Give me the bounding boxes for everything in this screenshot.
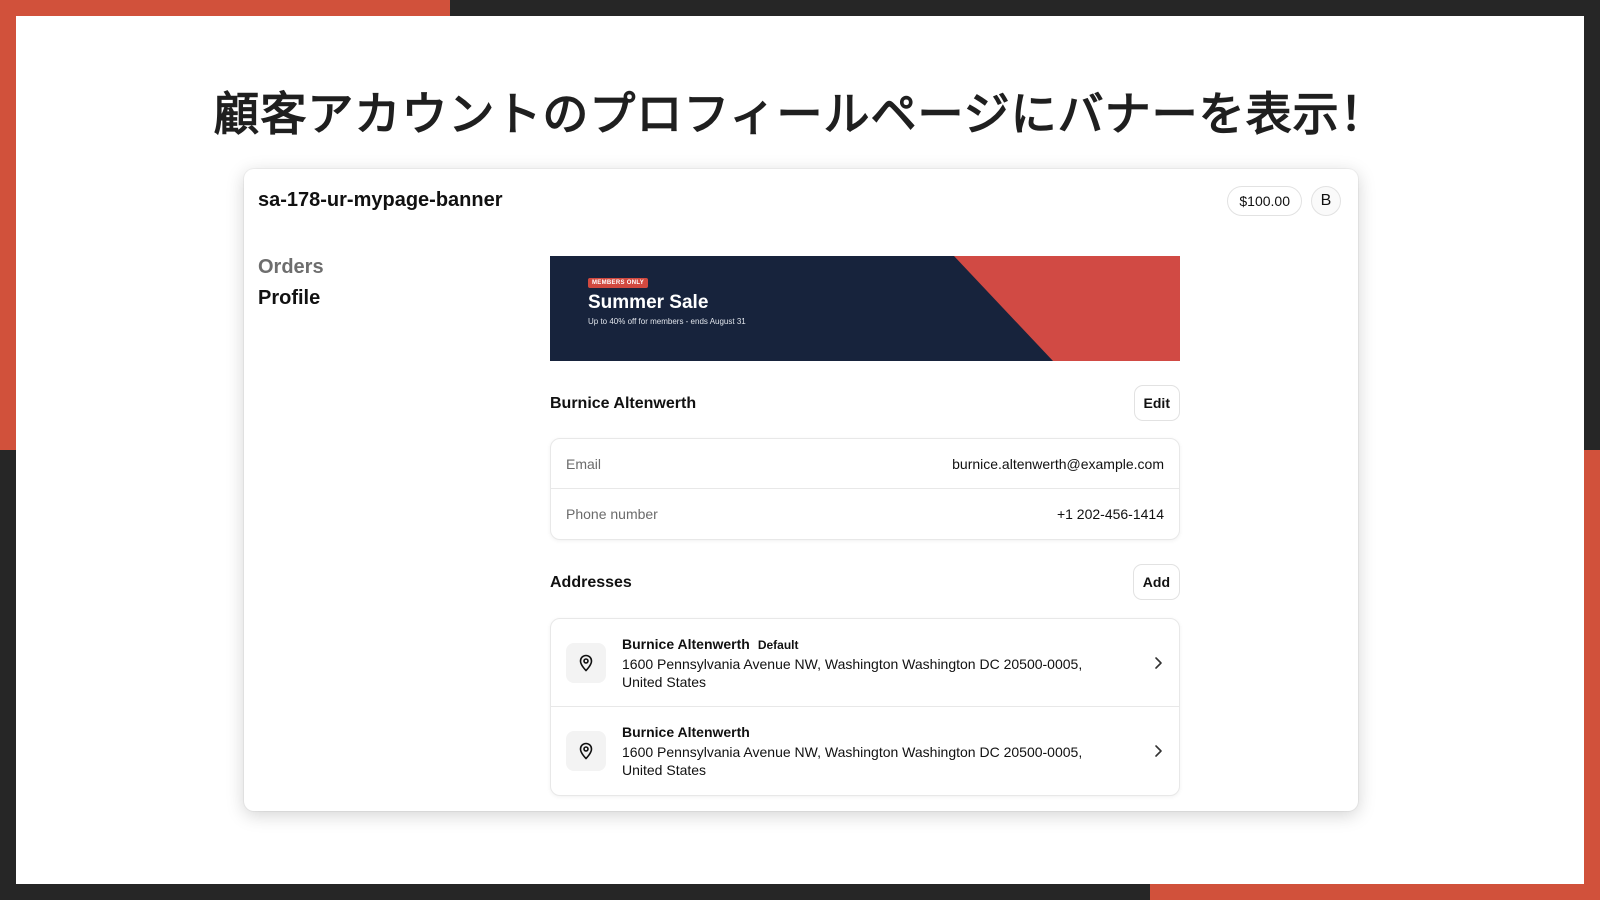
address-line-2: United States (622, 674, 707, 690)
store-name[interactable]: sa-178-ur-mypage-banner (258, 189, 503, 212)
address-line-2: United States (622, 762, 707, 778)
promo-banner[interactable]: MEMBERS ONLY Summer Sale Up to 40% off f… (550, 256, 1180, 361)
customer-account-window: sa-178-ur-mypage-banner $100.00 B Orders… (244, 169, 1358, 811)
sidebar-nav: Orders Profile (258, 256, 324, 318)
phone-value: +1 202-456-1414 (1056, 506, 1164, 522)
phone-row: Phone number +1 202-456-1414 (551, 489, 1179, 539)
address-name-line: Burnice Altenwerth (622, 724, 750, 740)
phone-label: Phone number (566, 506, 658, 522)
chevron-right-icon[interactable] (1153, 655, 1163, 671)
slide: 顧客アカウントのプロフィールページにバナーを表示！ sa-178-ur-mypa… (16, 16, 1584, 884)
default-badge: Default (757, 638, 799, 652)
address-icon-box (566, 731, 606, 771)
addresses-card: Burnice Altenwerth Default 1600 Pennsylva… (550, 618, 1180, 796)
email-row: Email burnice.altenwerth@example.com (551, 439, 1179, 489)
address-item[interactable]: Burnice Altenwerth Default 1600 Pennsylva… (551, 619, 1179, 707)
edit-profile-button[interactable]: Edit (1133, 385, 1180, 421)
customer-name: Burnice Altenwerth (550, 395, 697, 412)
address-name: Burnice Altenwerth (622, 636, 750, 652)
address-item[interactable]: Burnice Altenwerth 1600 Pennsylvania Ave… (551, 707, 1179, 795)
address-line-1: 1600 Pennsylvania Avenue NW, Washington … (622, 656, 1083, 672)
email-value: burnice.altenwerth@example.com (952, 456, 1164, 472)
sidebar-item-profile[interactable]: Profile (258, 287, 324, 310)
banner-title: Summer Sale (588, 292, 709, 313)
map-pin-icon (579, 654, 593, 672)
profile-main: MEMBERS ONLY Summer Sale Up to 40% off f… (550, 256, 1180, 796)
address-name-line: Burnice Altenwerth Default (622, 636, 799, 652)
address-text: 1600 Pennsylvania Avenue NW, Washington … (622, 743, 1122, 779)
banner-subtitle: Up to 40% off for members - ends August … (588, 317, 746, 326)
address-text: 1600 Pennsylvania Avenue NW, Washington … (622, 655, 1122, 691)
address-icon-box (566, 643, 606, 683)
addresses-header: Addresses Add (550, 564, 1180, 602)
addresses-title: Addresses (550, 574, 632, 591)
sidebar-item-orders[interactable]: Orders (258, 256, 324, 279)
contact-info-card: Email burnice.altenwerth@example.com Pho… (550, 438, 1180, 540)
slide-title: 顧客アカウントのプロフィールページにバナーを表示！ (213, 87, 1387, 141)
store-credit-balance[interactable]: $100.00 (1227, 186, 1302, 216)
address-name: Burnice Altenwerth (622, 724, 750, 740)
address-line-1: 1600 Pennsylvania Avenue NW, Washington … (622, 744, 1083, 760)
map-pin-icon (579, 742, 593, 760)
banner-badge: MEMBERS ONLY (588, 278, 649, 288)
profile-header: Burnice Altenwerth Edit (550, 385, 1180, 423)
chevron-right-icon[interactable] (1153, 743, 1163, 759)
add-address-button[interactable]: Add (1132, 564, 1180, 600)
banner-diagonal-accent (954, 256, 1180, 361)
avatar[interactable]: B (1311, 186, 1341, 216)
email-label: Email (566, 456, 602, 472)
